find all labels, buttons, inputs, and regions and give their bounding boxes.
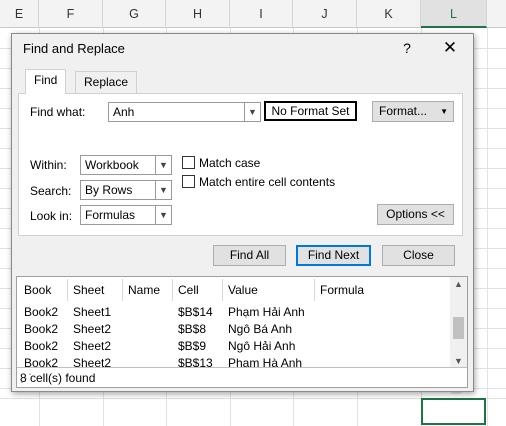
search-value: By Rows bbox=[85, 183, 133, 197]
header-cell[interactable]: Cell bbox=[178, 283, 199, 297]
column-header-bar: E F G H I J K L bbox=[0, 0, 506, 28]
match-entire-label: Match entire cell contents bbox=[199, 175, 336, 189]
match-case-checkbox[interactable] bbox=[182, 156, 195, 169]
table-row-value[interactable]: Ngô Hải Anh bbox=[228, 339, 295, 353]
table-row-sheet[interactable]: Sheet1 bbox=[73, 305, 111, 319]
match-case-label: Match case bbox=[199, 156, 261, 170]
chevron-down-icon[interactable]: ▼ bbox=[155, 206, 171, 224]
chevron-down-icon[interactable]: ▼ bbox=[155, 156, 171, 174]
no-format-set-preview: No Format Set bbox=[264, 101, 357, 121]
header-book[interactable]: Book bbox=[24, 283, 51, 297]
tab-find-label: Find bbox=[34, 73, 58, 87]
tab-replace-label: Replace bbox=[84, 75, 129, 89]
table-row-sheet[interactable]: Sheet2 bbox=[73, 322, 111, 336]
results-list[interactable]: Book Sheet Name Cell Value Formula Book2… bbox=[16, 276, 468, 388]
table-row-cell[interactable]: $B$14 bbox=[178, 305, 213, 319]
format-button-label: Format... bbox=[379, 104, 428, 118]
column-header-f[interactable]: F bbox=[39, 0, 103, 28]
column-header-l[interactable]: L bbox=[421, 0, 487, 28]
tab-find[interactable]: Find bbox=[25, 69, 67, 94]
chevron-down-icon[interactable]: ▼ bbox=[155, 181, 171, 199]
column-header-j[interactable]: J bbox=[293, 0, 357, 28]
table-row-book[interactable]: Book2 bbox=[24, 339, 58, 353]
look-in-select[interactable]: Formulas ▼ bbox=[80, 205, 172, 225]
header-sheet[interactable]: Sheet bbox=[73, 283, 104, 297]
find-what-value: Anh bbox=[113, 105, 135, 119]
resize-grip-icon[interactable]: ⋰ bbox=[20, 371, 465, 385]
table-row-value[interactable]: Ngô Bá Anh bbox=[228, 322, 292, 336]
options-button[interactable]: Options << bbox=[377, 204, 454, 225]
table-row-cell[interactable]: $B$9 bbox=[178, 339, 206, 353]
search-select[interactable]: By Rows ▼ bbox=[80, 180, 172, 200]
active-cell-selection[interactable] bbox=[421, 398, 486, 425]
scroll-up-icon[interactable]: ▲ bbox=[450, 277, 467, 292]
header-name[interactable]: Name bbox=[128, 283, 160, 297]
look-in-value: Formulas bbox=[85, 208, 136, 222]
find-what-input[interactable]: Anh ▼ bbox=[108, 102, 261, 122]
format-button[interactable]: Format... ▼ bbox=[372, 101, 454, 122]
table-row-value[interactable]: Phạm Hải Anh bbox=[228, 305, 305, 319]
table-row-book[interactable]: Book2 bbox=[24, 322, 58, 336]
within-select[interactable]: Workbook ▼ bbox=[80, 155, 172, 175]
column-header-k[interactable]: K bbox=[357, 0, 421, 28]
table-row-book[interactable]: Book2 bbox=[24, 305, 58, 319]
column-header-i[interactable]: I bbox=[230, 0, 293, 28]
tab-replace[interactable]: Replace bbox=[75, 71, 138, 93]
match-entire-checkbox[interactable] bbox=[182, 175, 195, 188]
chevron-down-icon[interactable]: ▼ bbox=[244, 103, 260, 121]
find-what-label: Find what: bbox=[30, 105, 86, 119]
dialog-title: Find and Replace bbox=[23, 41, 125, 56]
chevron-down-icon: ▼ bbox=[440, 107, 448, 116]
scroll-thumb[interactable] bbox=[453, 317, 464, 339]
within-label: Within: bbox=[30, 158, 67, 172]
table-row-cell[interactable]: $B$8 bbox=[178, 322, 206, 336]
column-header-h[interactable]: H bbox=[166, 0, 230, 28]
header-value[interactable]: Value bbox=[228, 283, 258, 297]
find-replace-dialog: Find and Replace ? ✕ Find Replace Find w… bbox=[11, 33, 474, 392]
table-row-sheet[interactable]: Sheet2 bbox=[73, 339, 111, 353]
results-status-bar: 8 cell(s) found ⋰ bbox=[17, 367, 467, 387]
look-in-label: Look in: bbox=[30, 209, 73, 223]
header-formula[interactable]: Formula bbox=[320, 283, 364, 297]
within-value: Workbook bbox=[85, 158, 139, 172]
column-header-e[interactable]: E bbox=[0, 0, 39, 28]
close-button[interactable]: Close bbox=[382, 245, 455, 266]
find-all-button[interactable]: Find All bbox=[213, 245, 286, 266]
help-button[interactable]: ? bbox=[395, 37, 419, 59]
close-icon[interactable]: ✕ bbox=[438, 37, 462, 59]
find-next-button[interactable]: Find Next bbox=[296, 245, 371, 266]
results-scrollbar[interactable]: ▲ ▼ bbox=[450, 277, 467, 369]
column-header-g[interactable]: G bbox=[103, 0, 166, 28]
search-label: Search: bbox=[30, 184, 72, 198]
